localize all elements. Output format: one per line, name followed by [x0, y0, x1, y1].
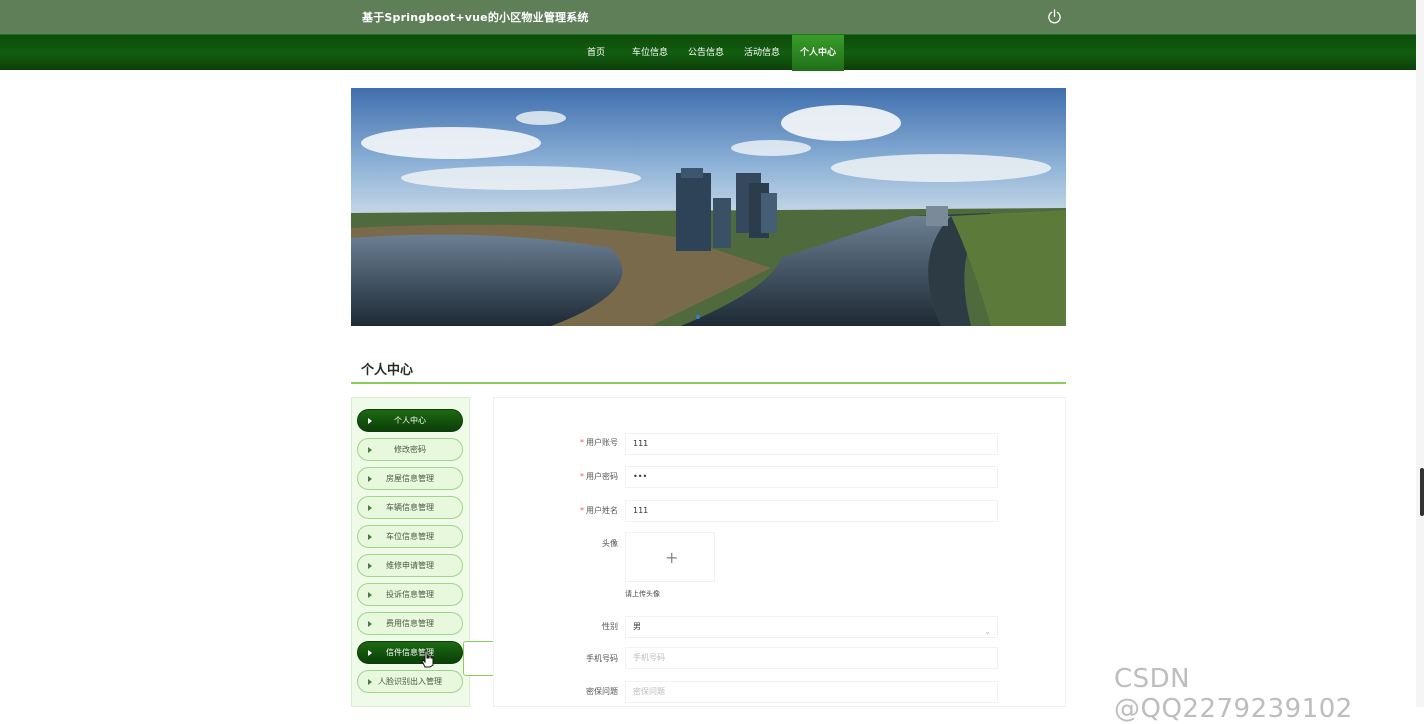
nav-activity-info[interactable]: 活动信息	[738, 35, 786, 71]
security-question-input[interactable]: 密保问题	[625, 681, 998, 703]
scrollbar[interactable]	[1416, 0, 1424, 707]
gender-select[interactable]: 男 ⌄	[625, 616, 998, 638]
sidebar-item-change-password[interactable]: 修改密码	[357, 438, 463, 461]
phone-input[interactable]: 手机号码	[625, 647, 998, 669]
sidebar-item-complaint-info[interactable]: 投诉信息管理	[357, 583, 463, 606]
avatar-label: 头像	[602, 539, 618, 548]
hand-cursor-icon	[421, 650, 434, 668]
sidebar-item-label: 费用信息管理	[386, 619, 434, 628]
sidebar-item-face-access[interactable]: 人脸识别出入管理	[357, 670, 463, 693]
banner-carousel[interactable]	[351, 88, 1066, 326]
sidebar-item-label: 投诉信息管理	[386, 590, 434, 599]
gender-value: 男	[633, 622, 641, 631]
sidebar-item-label: 房屋信息管理	[386, 474, 434, 483]
nav-parking-info[interactable]: 车位信息	[626, 35, 674, 71]
app-title: 基于Springboot+vue的小区物业管理系统	[362, 11, 589, 24]
chevron-down-icon: ⌄	[984, 627, 991, 636]
main-nav: 首页 车位信息 公告信息 活动信息 个人中心	[0, 34, 1416, 71]
nav-notice-info[interactable]: 公告信息	[682, 35, 730, 71]
sidebar-item-label: 车辆信息管理	[386, 503, 434, 512]
account-input[interactable]: 111	[625, 433, 998, 455]
security-question-label: 密保问题	[586, 687, 618, 696]
sidebar-item-repair-request[interactable]: 维修申请管理	[357, 554, 463, 577]
sidebar-item-personal-center[interactable]: 个人中心	[357, 409, 463, 432]
password-input[interactable]: •••	[625, 466, 998, 488]
gender-label: 性别	[602, 622, 618, 631]
phone-label: 手机号码	[586, 654, 618, 663]
sidebar-item-letter-info[interactable]: 信件信息管理	[357, 641, 463, 664]
avatar-upload[interactable]: +	[625, 532, 715, 582]
top-bar	[0, 0, 1416, 34]
sidebar-item-label: 维修申请管理	[386, 561, 434, 570]
nav-personal-center[interactable]: 个人中心	[792, 35, 844, 71]
arrow-right-icon	[368, 505, 372, 511]
sidebar-item-house-info[interactable]: 房屋信息管理	[357, 467, 463, 490]
arrow-right-icon	[368, 650, 372, 656]
sidebar-item-parking-info[interactable]: 车位信息管理	[357, 525, 463, 548]
arrow-right-icon	[368, 563, 372, 569]
arrow-right-icon	[368, 447, 372, 453]
password-label: * 用户密码	[580, 472, 618, 481]
arrow-right-icon	[368, 592, 372, 598]
name-label: * 用户姓名	[580, 506, 618, 515]
account-label: * 用户账号	[580, 438, 618, 447]
scrollbar-thumb[interactable]	[1420, 468, 1424, 516]
section-divider	[351, 382, 1066, 384]
sidebar-item-label: 人脸识别出入管理	[378, 677, 442, 686]
arrow-right-icon	[368, 679, 372, 685]
banner-image	[351, 88, 1066, 326]
arrow-right-icon	[368, 418, 372, 424]
sidebar-item-fee-info[interactable]: 费用信息管理	[357, 612, 463, 635]
section-title: 个人中心	[361, 363, 414, 378]
nav-home[interactable]: 首页	[578, 35, 614, 71]
watermark: CSDN @QQ2279239102	[1114, 664, 1353, 724]
name-input[interactable]: 111	[625, 500, 998, 522]
sidebar-item-label: 个人中心	[394, 416, 426, 425]
arrow-right-icon	[368, 534, 372, 540]
sidebar-item-label: 修改密码	[394, 445, 426, 454]
avatar-hint: 请上传头像	[625, 590, 660, 598]
plus-icon: +	[665, 548, 679, 567]
power-icon[interactable]	[1047, 9, 1062, 24]
sidebar-item-vehicle-info[interactable]: 车辆信息管理	[357, 496, 463, 519]
sidebar-item-label: 车位信息管理	[386, 532, 434, 541]
arrow-right-icon	[368, 476, 372, 482]
arrow-right-icon	[368, 621, 372, 627]
